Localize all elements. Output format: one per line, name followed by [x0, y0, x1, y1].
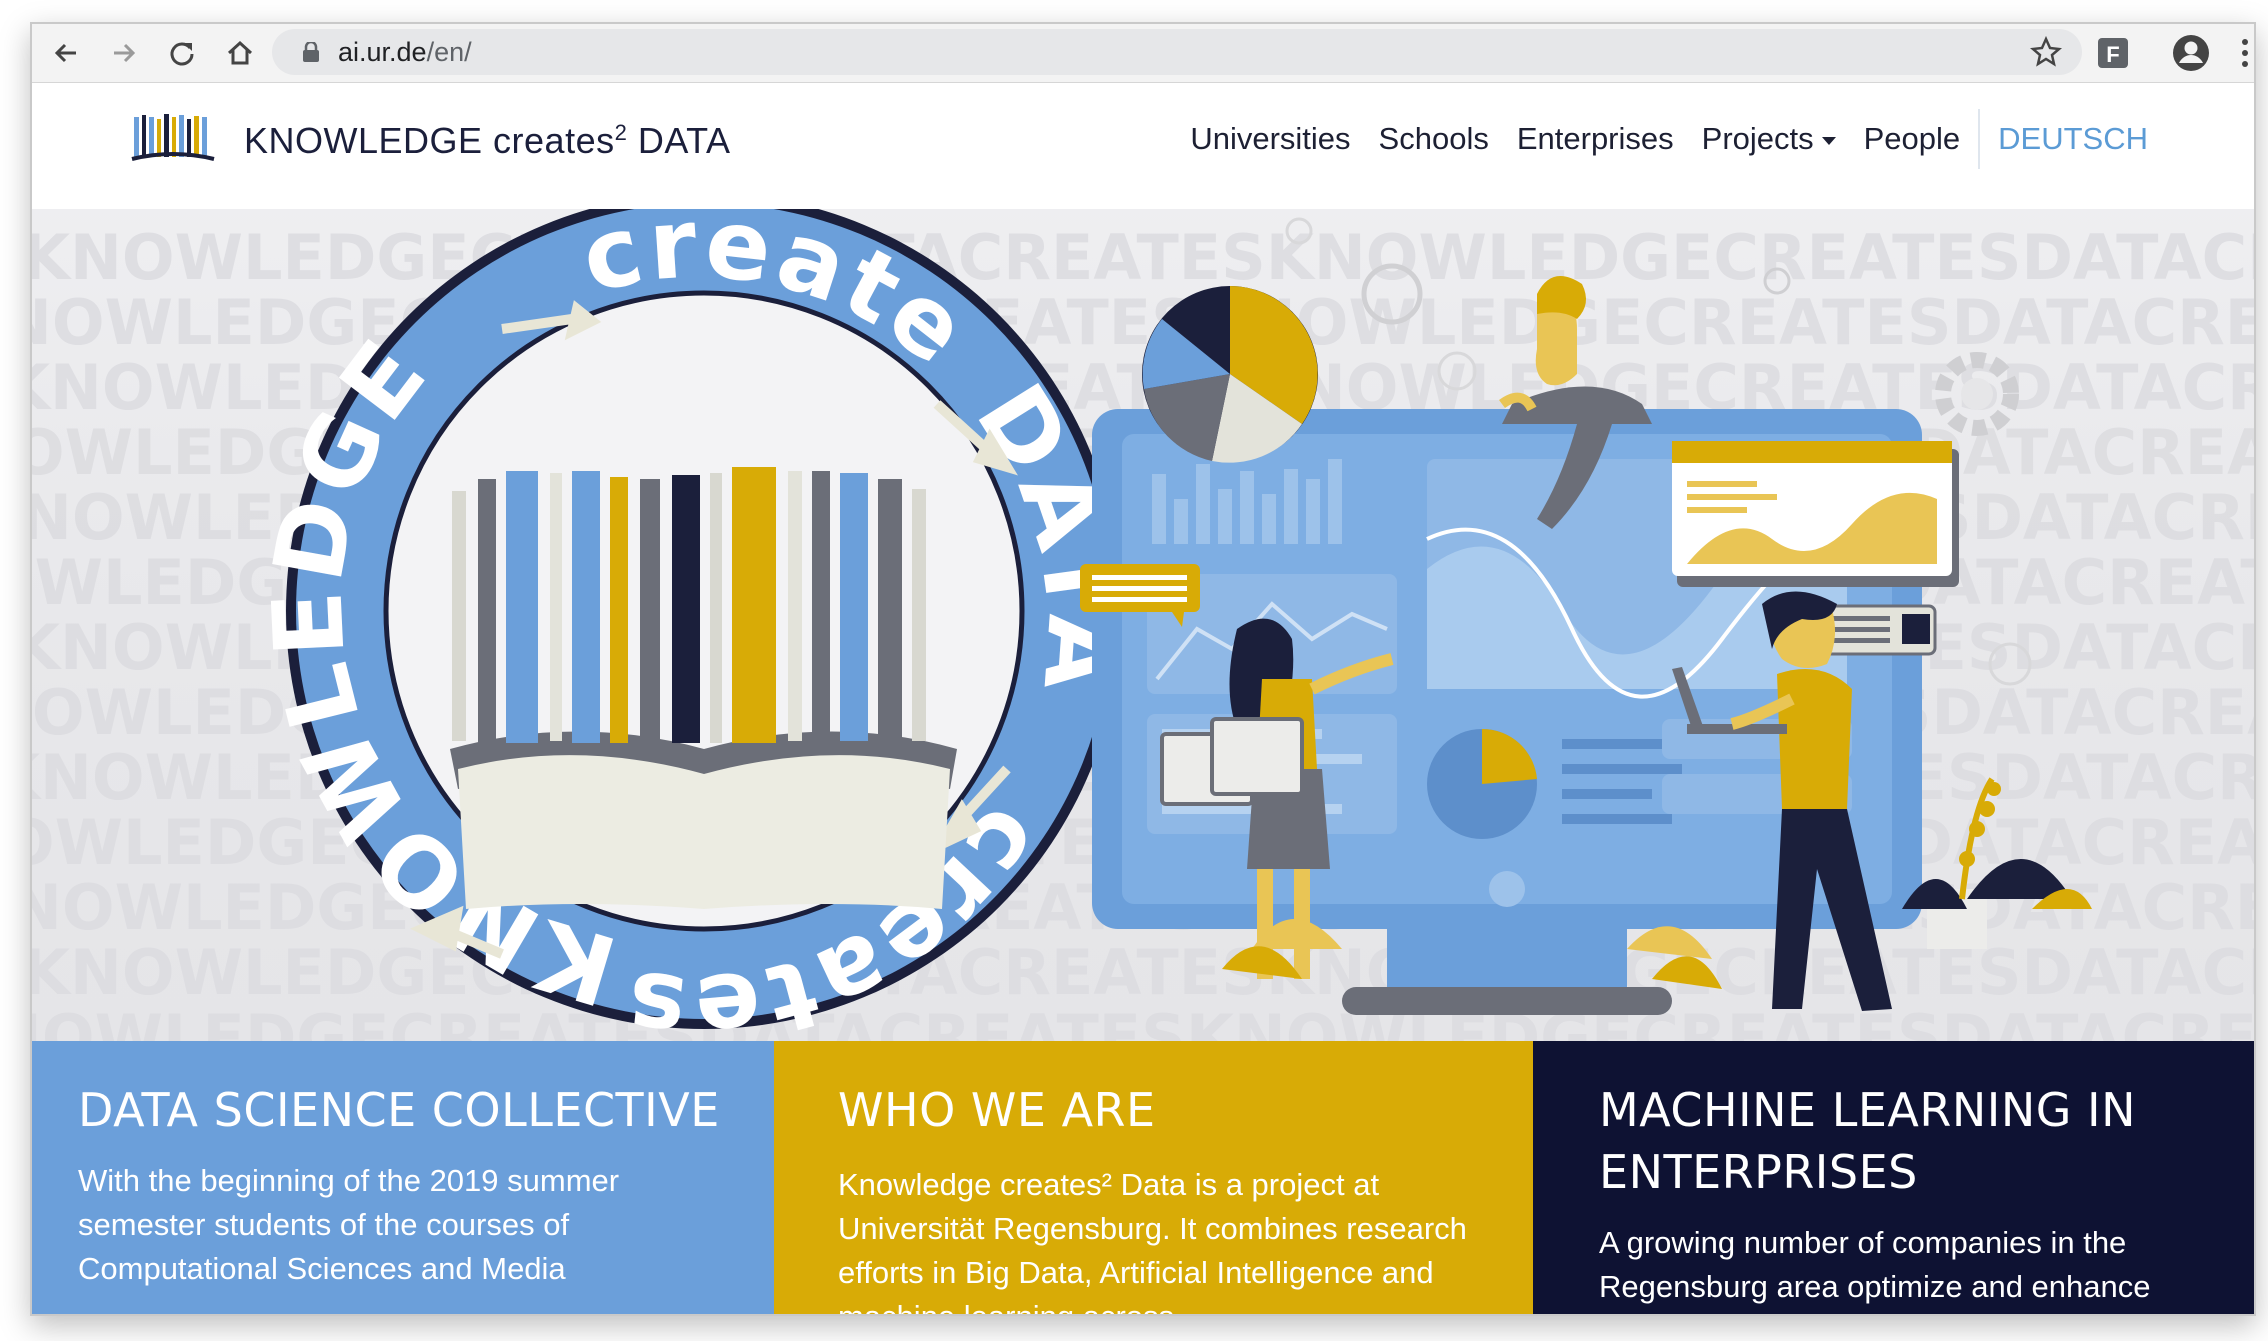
- card-data-science-collective[interactable]: DATA SCIENCE COLLECTIVE With the beginni…: [32, 1041, 774, 1314]
- card-who-we-are[interactable]: WHO WE ARE Knowledge creates² Data is a …: [774, 1041, 1533, 1314]
- lock-icon: [303, 42, 319, 62]
- hero-illustration: KNOWLEDGE creates DATA creates: [32, 209, 2092, 1041]
- site-brand[interactable]: KNOWLEDGE creates2 DATA: [244, 120, 731, 162]
- address-bar[interactable]: ai.ur.de/en/: [272, 29, 2082, 75]
- url-path: /en/: [426, 37, 472, 67]
- nav-enterprises[interactable]: Enterprises: [1503, 121, 1688, 157]
- nav-language-switch[interactable]: DEUTSCH: [1984, 121, 2162, 157]
- forward-arrow-icon[interactable]: [104, 33, 144, 73]
- back-arrow-icon[interactable]: [46, 33, 86, 73]
- nav-divider: [1978, 109, 1981, 169]
- card-title: DATA SCIENCE COLLECTIVE: [78, 1083, 720, 1137]
- nav-people[interactable]: People: [1850, 121, 1975, 157]
- kebab-menu-icon[interactable]: [2238, 34, 2252, 72]
- card-title: WHO WE ARE: [838, 1083, 1156, 1137]
- card-text: With the beginning of the 2019 summer se…: [78, 1163, 620, 1286]
- home-icon[interactable]: [220, 33, 260, 73]
- floating-area-chart-card: [1672, 441, 1959, 587]
- extension-icon[interactable]: F: [2094, 34, 2132, 72]
- url-text: ai.ur.de/en/: [338, 37, 472, 68]
- brand-suffix: DATA: [627, 120, 731, 161]
- card-title: MACHINE LEARNING IN ENTERPRISES: [1599, 1083, 2136, 1199]
- floating-pie-chart: [1142, 286, 1318, 463]
- reload-icon[interactable]: [162, 33, 202, 73]
- nav-universities[interactable]: Universities: [1176, 121, 1364, 157]
- profile-icon[interactable]: [2170, 32, 2212, 74]
- star-icon[interactable]: [2030, 35, 2062, 72]
- hero-banner: KNOWLEDGECREATESDATACREATESKNOWLEDGECREA…: [32, 209, 2254, 1041]
- browser-window: ai.ur.de/en/ F KNOWLEDGE creates2 DATA U…: [30, 22, 2256, 1316]
- site-navbar: KNOWLEDGE creates2 DATA Universities Sch…: [32, 83, 2254, 209]
- knowledge-creates-data-badge: KNOWLEDGE creates DATA creates: [32, 209, 1135, 1041]
- brand-prefix: KNOWLEDGE creates: [244, 120, 615, 161]
- browser-toolbar: ai.ur.de/en/ F: [32, 24, 2254, 83]
- nav-projects-dropdown[interactable]: Projects: [1688, 121, 1850, 157]
- feature-cards: DATA SCIENCE COLLECTIVE With the beginni…: [32, 1041, 2254, 1314]
- extension-letter: F: [2106, 42, 2119, 67]
- nav-schools[interactable]: Schools: [1365, 121, 1503, 157]
- card-text: A growing number of companies in the Reg…: [1599, 1225, 2151, 1314]
- logo-books-icon[interactable]: [130, 111, 216, 165]
- nav-projects-label: Projects: [1701, 121, 1814, 156]
- dropdown-caret-icon: [1821, 136, 1836, 145]
- card-text: Knowledge creates² Data is a project at …: [838, 1167, 1467, 1314]
- url-host: ai.ur.de: [338, 37, 427, 67]
- brand-superscript: 2: [614, 120, 628, 145]
- card-machine-learning-enterprises[interactable]: MACHINE LEARNING IN ENTERPRISES A growin…: [1533, 1041, 2254, 1314]
- main-nav: Universities Schools Enterprises Project…: [1176, 103, 2162, 175]
